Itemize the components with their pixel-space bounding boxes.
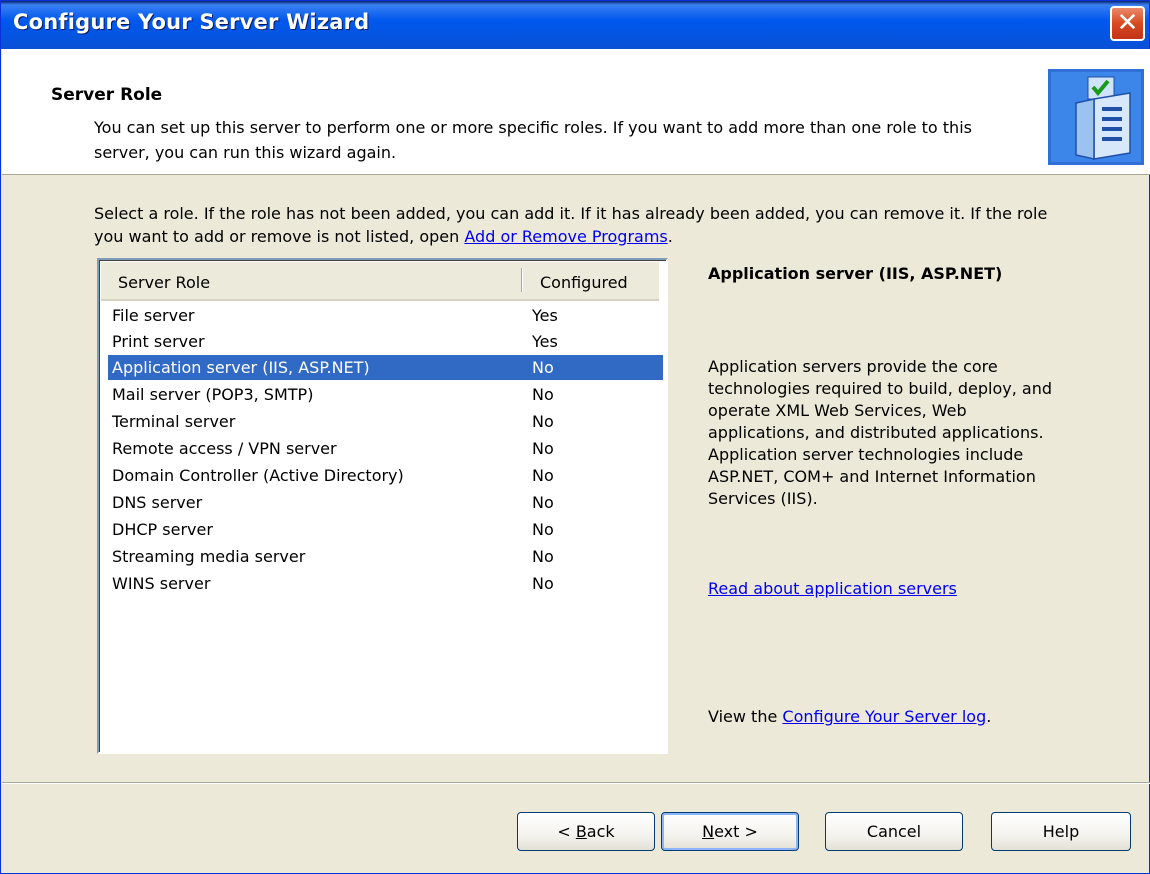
add-remove-programs-link[interactable]: Add or Remove Programs: [464, 227, 667, 246]
back-accelerator: B: [575, 822, 587, 841]
role-name: Domain Controller (Active Directory): [112, 466, 404, 485]
title-bar[interactable]: Configure Your Server Wizard ✕: [1, 1, 1149, 49]
close-icon: ✕: [1116, 8, 1139, 38]
server-role-list[interactable]: Server Role Configured File server Yes P…: [97, 258, 668, 754]
role-configured: No: [532, 574, 554, 593]
list-row-wins-server[interactable]: WINS server No: [108, 571, 663, 596]
role-configured: Yes: [532, 306, 558, 325]
role-configured: No: [532, 358, 554, 377]
role-name: DHCP server: [112, 520, 213, 539]
list-row-mail-server[interactable]: Mail server (POP3, SMTP) No: [108, 382, 663, 407]
help-label: Help: [1042, 822, 1080, 841]
role-name: Application server (IIS, ASP.NET): [112, 358, 370, 377]
list-header: Server Role Configured: [101, 262, 659, 301]
role-name: Print server: [112, 332, 205, 351]
role-detail-title: Application server (IIS, ASP.NET): [708, 264, 1003, 283]
role-configured: No: [532, 385, 554, 404]
configure-server-log-link[interactable]: Configure Your Server log: [782, 707, 986, 726]
page-description: You can set up this server to perform on…: [94, 118, 972, 162]
back-button[interactable]: < Back: [517, 812, 655, 851]
list-row-streaming-media-server[interactable]: Streaming media server No: [108, 544, 663, 569]
list-row-file-server[interactable]: File server Yes: [108, 303, 663, 328]
column-separator[interactable]: [521, 268, 522, 292]
next-accelerator: N: [702, 822, 715, 841]
log-prefix: View the: [708, 707, 783, 726]
role-configured: No: [532, 466, 554, 485]
role-name: DNS server: [112, 493, 203, 512]
read-about-application-servers-link[interactable]: Read about application servers: [708, 579, 957, 598]
list-row-dhcp-server[interactable]: DHCP server No: [108, 517, 663, 542]
role-name: File server: [112, 306, 195, 325]
instructions-text: Select a role. If the role has not been …: [94, 202, 1054, 248]
cancel-button[interactable]: Cancel: [825, 812, 963, 851]
role-name: Remote access / VPN server: [112, 439, 337, 458]
server-log-text: View the Configure Your Server log.: [708, 707, 991, 726]
role-configured: No: [532, 412, 554, 431]
role-detail-description: Application servers provide the core tec…: [708, 357, 1053, 508]
column-header-configured[interactable]: Configured: [540, 273, 628, 292]
log-suffix: .: [986, 707, 992, 726]
role-name: Streaming media server: [112, 547, 306, 566]
help-button[interactable]: Help: [991, 812, 1131, 851]
button-divider: [2, 782, 1150, 784]
role-name: Terminal server: [112, 412, 236, 431]
role-name: WINS server: [112, 574, 211, 593]
list-row-domain-controller[interactable]: Domain Controller (Active Directory) No: [108, 463, 663, 488]
cancel-label: Cancel: [866, 822, 922, 841]
role-configured: No: [532, 493, 554, 512]
server-checklist-icon: [1048, 69, 1144, 165]
role-configured: No: [532, 547, 554, 566]
list-row-dns-server[interactable]: DNS server No: [108, 490, 663, 515]
column-header-server-role[interactable]: Server Role: [118, 273, 210, 292]
role-configured: No: [532, 439, 554, 458]
role-configured: Yes: [532, 332, 558, 351]
back-label-prefix: <: [557, 822, 576, 841]
instructions-suffix: .: [667, 227, 673, 246]
list-row-remote-access[interactable]: Remote access / VPN server No: [108, 436, 663, 461]
list-row-application-server[interactable]: Application server (IIS, ASP.NET) No: [108, 355, 663, 380]
close-button[interactable]: ✕: [1110, 6, 1145, 41]
next-label-rest: ext >: [714, 822, 758, 841]
list-row-terminal-server[interactable]: Terminal server No: [108, 409, 663, 434]
role-name: Mail server (POP3, SMTP): [112, 385, 314, 404]
page-title: Server Role: [51, 85, 163, 105]
back-label-rest: ack: [586, 822, 615, 841]
list-row-print-server[interactable]: Print server Yes: [108, 329, 663, 354]
role-configured: No: [532, 520, 554, 539]
window-title: Configure Your Server Wizard: [13, 10, 370, 34]
wizard-window: Configure Your Server Wizard ✕ Server Ro…: [0, 0, 1150, 874]
next-button[interactable]: Next >: [661, 812, 799, 851]
